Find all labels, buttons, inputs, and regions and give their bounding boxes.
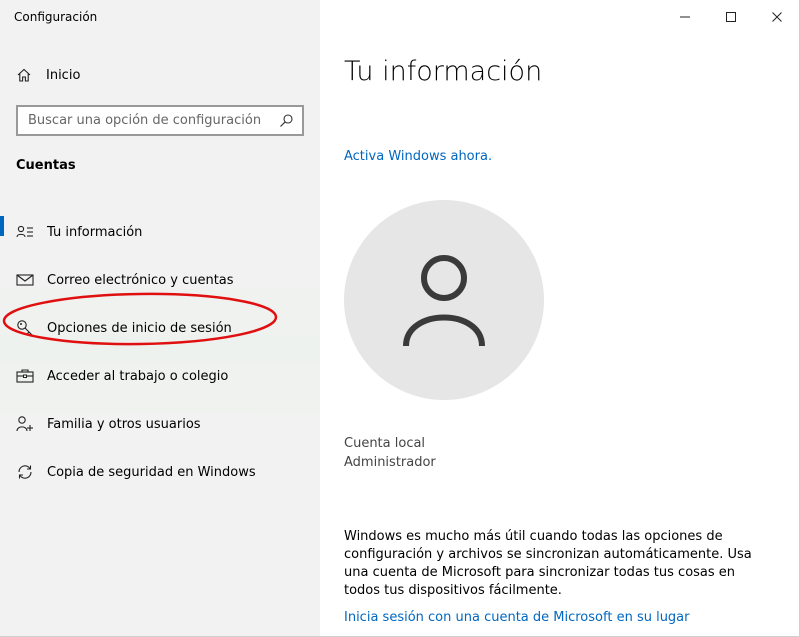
key-icon xyxy=(16,319,34,337)
avatar xyxy=(344,200,544,400)
page-title: Tu información xyxy=(344,56,543,87)
home-label: Inicio xyxy=(46,67,81,83)
sync-icon xyxy=(16,463,34,481)
microsoft-signin-link[interactable]: Inicia sesión con una cuenta de Microsof… xyxy=(344,610,690,625)
minimize-icon xyxy=(680,16,690,18)
home-nav-item[interactable]: Inicio xyxy=(16,64,80,86)
maximize-button[interactable] xyxy=(708,0,754,34)
sidebar-item-label: Opciones de inicio de sesión xyxy=(47,320,232,336)
briefcase-icon xyxy=(16,367,34,385)
close-button[interactable] xyxy=(754,0,800,34)
sidebar-item-label: Copia de seguridad en Windows xyxy=(47,464,256,480)
search-input[interactable] xyxy=(28,113,278,128)
sidebar-item-trabajo-colegio[interactable]: Acceder al trabajo o colegio xyxy=(0,352,320,400)
minimize-button[interactable] xyxy=(662,0,708,34)
sidebar-item-label: Acceder al trabajo o colegio xyxy=(47,368,229,384)
mail-icon xyxy=(16,271,34,289)
search-icon[interactable] xyxy=(278,113,294,129)
sidebar-item-label: Correo electrónico y cuentas xyxy=(47,272,234,288)
app-title: Configuración xyxy=(14,10,98,24)
sidebar: Configuración Inicio Cuentas Tu xyxy=(0,0,320,637)
maximize-icon xyxy=(726,12,736,22)
sidebar-item-label: Tu información xyxy=(47,224,143,240)
account-role: Administrador xyxy=(344,455,436,470)
account-type: Cuenta local xyxy=(344,436,426,451)
sidebar-item-copia-seguridad[interactable]: Copia de seguridad en Windows xyxy=(0,448,320,496)
activate-windows-link[interactable]: Activa Windows ahora. xyxy=(344,149,492,164)
window-controls xyxy=(662,0,800,34)
sidebar-item-familia[interactable]: Familia y otros usuarios xyxy=(0,400,320,448)
home-icon xyxy=(17,68,31,82)
sidebar-item-tu-informacion[interactable]: Tu información xyxy=(0,208,320,256)
sidebar-item-opciones-inicio-sesion[interactable]: Opciones de inicio de sesión xyxy=(0,304,320,352)
user-icon xyxy=(403,255,485,347)
sidebar-item-correo[interactable]: Correo electrónico y cuentas xyxy=(0,256,320,304)
sync-info-text: Windows es mucho más útil cuando todas l… xyxy=(344,529,752,598)
close-icon xyxy=(772,12,782,22)
sidebar-item-label: Familia y otros usuarios xyxy=(47,416,201,432)
accounts-nav: Tu información Correo electrónico y cuen… xyxy=(0,208,320,496)
search-box[interactable] xyxy=(16,105,304,136)
person-card-icon xyxy=(16,223,34,241)
person-add-icon xyxy=(16,415,34,433)
section-title: Cuentas xyxy=(16,158,76,173)
